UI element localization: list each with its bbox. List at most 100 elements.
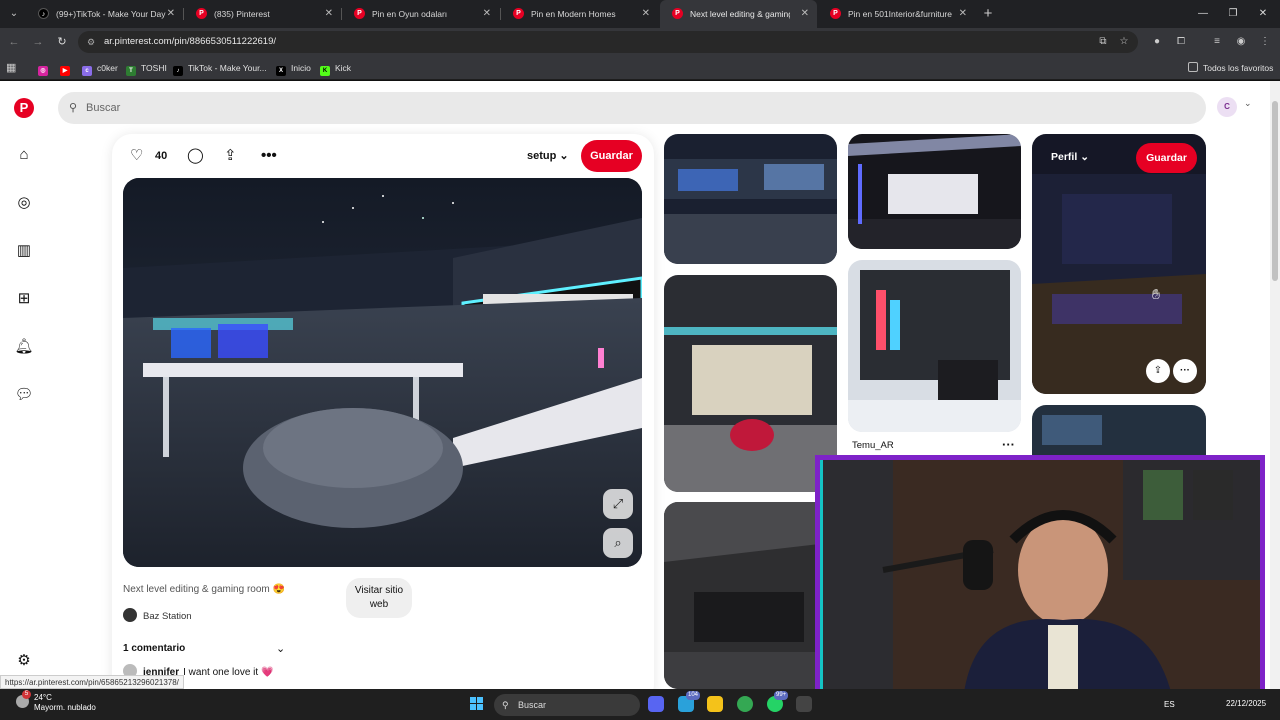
browser-toolbar: ← → ↻ ⚙ ar.pinterest.com/pin/88665305112…	[0, 28, 1280, 56]
board-selector[interactable]: setup ⌄	[527, 146, 569, 166]
settings-gear-icon[interactable]: ⚙	[14, 651, 34, 671]
boards-icon[interactable]: ▥	[14, 241, 34, 261]
bookmark-x-inicio[interactable]: X Inicio	[276, 56, 311, 80]
chevron-down-icon: ⌄	[1080, 151, 1089, 163]
related-pin-hovered[interactable]	[1032, 134, 1206, 394]
related-pin-3[interactable]	[664, 275, 837, 492]
create-plus-icon[interactable]: ⊞	[14, 289, 34, 309]
site-info-icon[interactable]: ⚙	[87, 31, 95, 53]
profile-avatar-icon[interactable]: ◉	[1232, 32, 1250, 52]
c0ker-icon: c	[82, 66, 92, 76]
bookmark-star-icon[interactable]: ☆	[1115, 32, 1133, 52]
bookmark-label: TOSHI	[141, 63, 167, 73]
chevron-down-icon[interactable]: ⌄	[1244, 98, 1252, 109]
related-pin-5[interactable]	[664, 502, 837, 689]
kick-icon: K	[320, 66, 330, 76]
tab-pin-501interior[interactable]: P Pin en 501Interior&furniture ✕	[818, 0, 975, 28]
hover-save-button[interactable]: Guardar	[1136, 143, 1197, 173]
pin-main-image[interactable]: ⤢ ⌕	[123, 178, 642, 567]
bookmarks-bar: ▦ ◎ ▶ c c0ker T TOSHI ♪ TikTok - Make Your.…	[0, 56, 1280, 80]
bookmark-label: Inicio	[291, 63, 311, 73]
bookmark-label: c0ker	[97, 63, 118, 73]
tab-search-icon[interactable]: ⌄	[4, 4, 24, 24]
comment-icon[interactable]: ◯	[187, 145, 204, 167]
home-icon[interactable]: ⌂	[14, 145, 34, 165]
pinterest-logo-icon[interactable]: P	[14, 98, 34, 118]
author-name: Baz Station	[143, 611, 192, 622]
address-bar[interactable]: ⚙ ar.pinterest.com/pin/8866530511222619/	[78, 31, 1138, 53]
pinterest-icon: P	[513, 8, 524, 19]
taskbar-search-input[interactable]: ⚲ Buscar	[494, 694, 640, 716]
related-pin-2[interactable]	[848, 134, 1021, 249]
discord-icon[interactable]	[648, 696, 664, 712]
chevron-down-icon[interactable]: ⌄	[276, 642, 285, 655]
input-language[interactable]: ES	[1164, 689, 1175, 720]
notifications-bell-icon[interactable]: 🔔︎	[14, 337, 34, 357]
file-explorer-icon[interactable]	[707, 696, 723, 712]
hover-more-icon[interactable]: ···	[1173, 359, 1197, 383]
close-tab-icon[interactable]: ✕	[325, 0, 333, 28]
tab-pinterest-home[interactable]: P (835) Pinterest ✕	[184, 0, 341, 28]
bookmark-instagram[interactable]: ◎	[38, 56, 53, 80]
reload-icon[interactable]: ↻	[52, 32, 72, 52]
new-tab-icon[interactable]: +	[980, 0, 996, 28]
extension-icon[interactable]: ●	[1148, 32, 1166, 52]
system-date[interactable]: 22/12/2025	[1226, 699, 1266, 708]
save-button[interactable]: Guardar	[581, 140, 642, 172]
tab-label: (99+)TikTok - Make Your Day	[56, 9, 166, 19]
address-url: ar.pinterest.com/pin/8866530511222619/	[104, 36, 277, 47]
link-hover-status: https://ar.pinterest.com/pin/65865213296…	[0, 675, 184, 689]
close-window-icon[interactable]: ✕	[1248, 0, 1278, 28]
settings-app-icon[interactable]	[796, 696, 812, 712]
install-app-icon[interactable]: ⧉	[1094, 32, 1112, 52]
explore-compass-icon[interactable]: ◎	[14, 193, 34, 213]
bookmark-youtube[interactable]: ▶	[60, 56, 75, 80]
related-pin-4[interactable]	[848, 260, 1021, 432]
minimize-icon[interactable]: —	[1188, 0, 1218, 28]
comments-header[interactable]: 1 comentario	[123, 643, 185, 654]
close-tab-icon[interactable]: ✕	[642, 0, 650, 28]
share-icon[interactable]: ⇪	[224, 145, 237, 167]
visit-site-button[interactable]: Visitar sitio web	[346, 578, 412, 618]
back-icon[interactable]: ←	[4, 32, 24, 52]
tab-pin-modern-homes[interactable]: P Pin en Modern Homes ✕	[501, 0, 658, 28]
account-avatar[interactable]: C	[1217, 97, 1237, 117]
media-controls-icon[interactable]: ≡	[1208, 32, 1226, 52]
tile-more-icon[interactable]: ···	[1002, 437, 1015, 452]
extensions-puzzle-icon[interactable]: ⧠	[1172, 32, 1190, 52]
apps-grid-icon[interactable]: ▦	[6, 56, 16, 80]
close-tab-icon[interactable]: ✕	[801, 0, 809, 28]
scrollbar-thumb[interactable]	[1272, 101, 1278, 281]
messages-icon[interactable]: 💬︎	[14, 385, 34, 405]
weather-widget[interactable]: 5 24°C Mayorm. nublado	[16, 690, 96, 713]
chrome-icon[interactable]	[737, 696, 753, 712]
bookmark-c0ker[interactable]: c c0ker	[82, 56, 118, 80]
tab-pin-oyun[interactable]: P Pin en Oyun odaları ✕	[342, 0, 499, 28]
pinterest-search-input[interactable]: ⚲ Buscar	[58, 92, 1206, 124]
tile-user-name[interactable]: Temu_AR	[852, 440, 894, 451]
close-tab-icon[interactable]: ✕	[959, 0, 967, 28]
page-scrollbar[interactable]	[1270, 81, 1280, 689]
board-select-profile[interactable]: Perfil ⌄	[1051, 151, 1089, 163]
close-tab-icon[interactable]: ✕	[483, 0, 491, 28]
forward-icon[interactable]: →	[28, 32, 48, 52]
telegram-badge: 104	[686, 691, 701, 700]
windows-start-icon[interactable]	[470, 697, 484, 711]
close-tab-icon[interactable]: ✕	[167, 0, 175, 28]
related-pin-1[interactable]	[664, 134, 837, 264]
pin-author[interactable]: Baz Station	[123, 608, 192, 625]
like-heart-icon[interactable]: ♡	[130, 145, 143, 167]
bookmark-tiktok[interactable]: ♪ TikTok - Make Your...	[173, 56, 267, 80]
restore-icon[interactable]: ❐	[1218, 0, 1248, 28]
visual-search-icon[interactable]: ⌕	[603, 528, 633, 558]
tab-tiktok[interactable]: ♪ (99+)TikTok - Make Your Day ✕	[26, 0, 183, 28]
browser-menu-icon[interactable]: ⋮	[1256, 32, 1274, 52]
expand-image-icon[interactable]: ⤢	[603, 489, 633, 519]
tab-next-level-active[interactable]: P Next level editing & gaming ro ✕	[660, 0, 817, 28]
hover-share-icon[interactable]: ⇪	[1146, 359, 1170, 383]
bookmark-toshi[interactable]: T TOSHI	[126, 56, 167, 80]
more-options-icon[interactable]: •••	[261, 145, 277, 167]
all-bookmarks-folder[interactable]: Todos los favoritos	[1188, 56, 1273, 80]
bookmark-kick[interactable]: K Kick	[320, 56, 351, 80]
weather-badge: 5	[22, 690, 31, 699]
